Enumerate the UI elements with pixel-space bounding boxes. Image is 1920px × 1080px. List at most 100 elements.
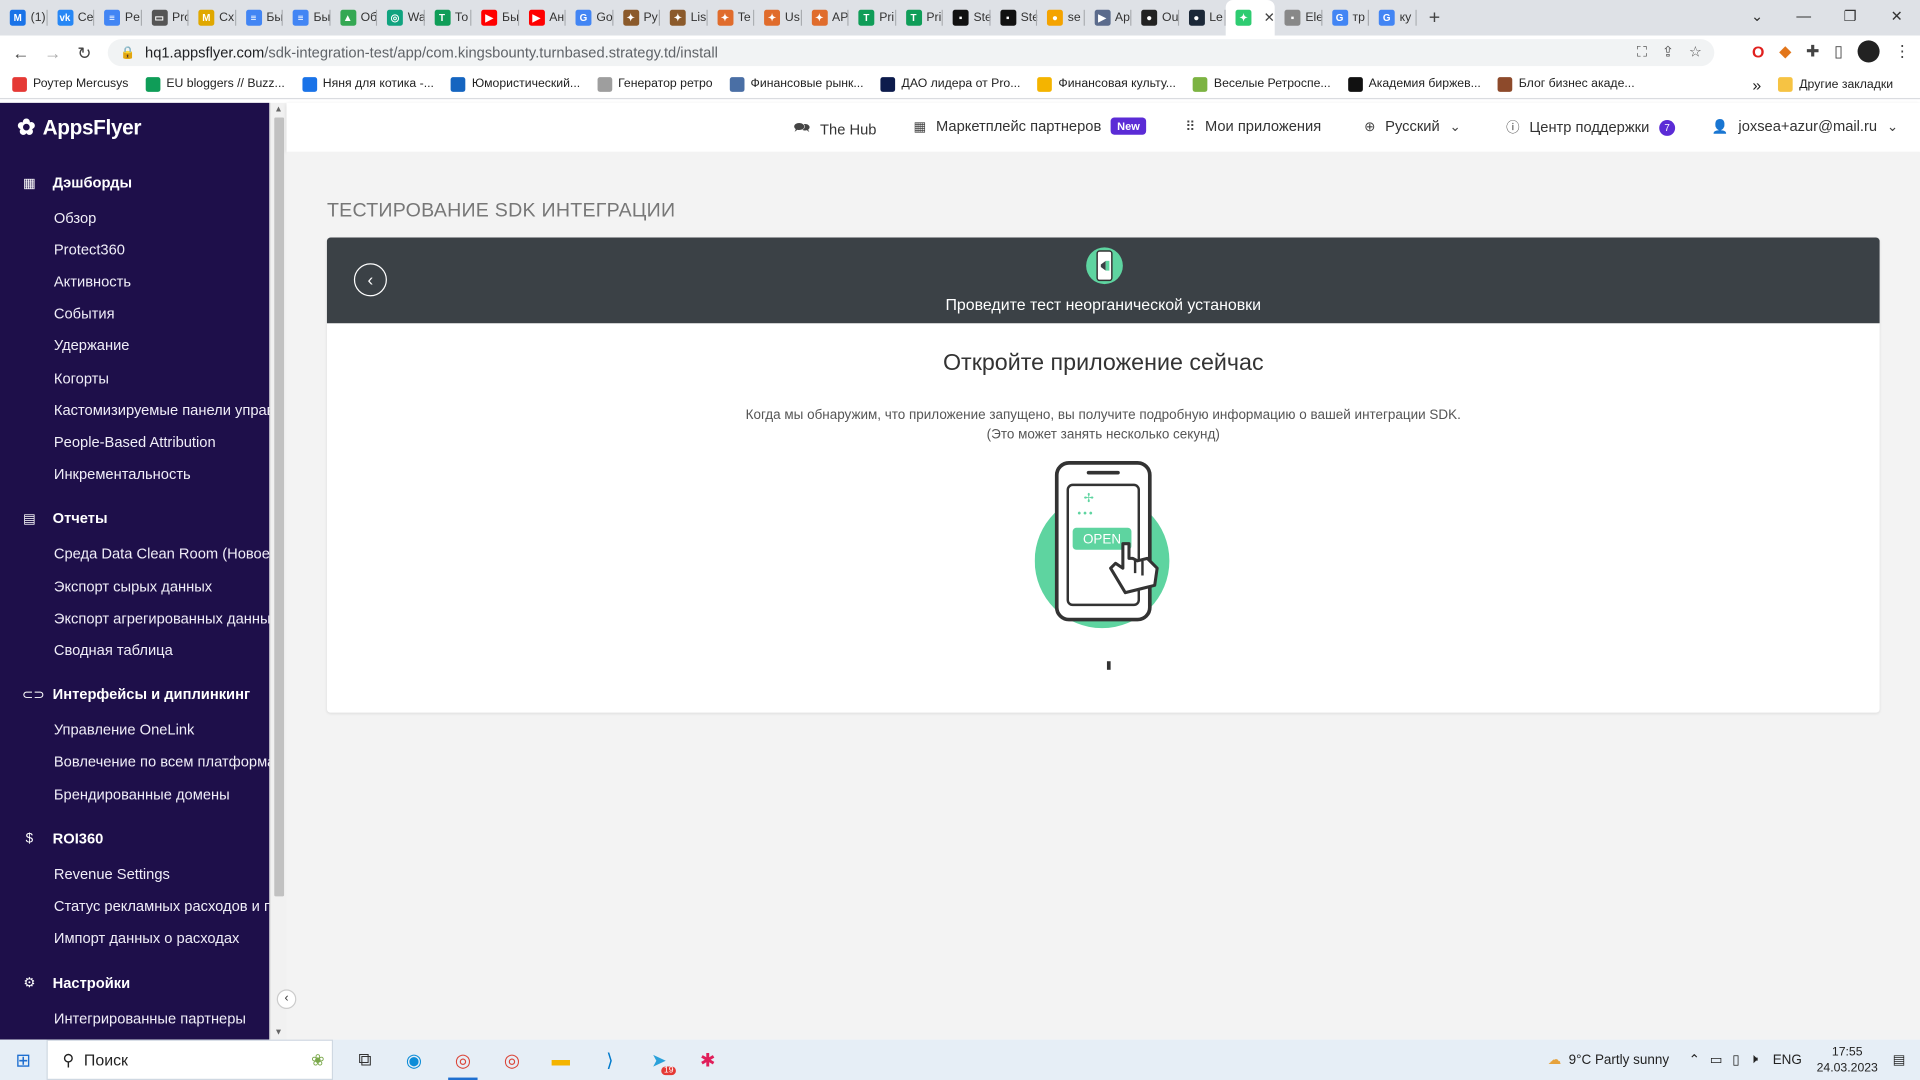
bookmark-item[interactable]: Генератор ретро [597, 76, 713, 92]
profile-avatar[interactable] [1857, 40, 1880, 63]
sidebar-section[interactable]: ▦ Дэшборды [22, 174, 132, 191]
sidebar-item[interactable]: Сводная таблица [54, 641, 173, 658]
sidebar-item[interactable]: Обзор [54, 209, 96, 226]
chrome-icon[interactable]: ◎ [438, 1040, 487, 1080]
browser-tab[interactable]: M Cx [189, 0, 236, 36]
bookmark-item[interactable]: Финансовые рынк... [729, 76, 864, 92]
sidebar-section[interactable]: ⚙ Настройки [22, 975, 130, 992]
weather-icon[interactable]: ☁ [1548, 1052, 1561, 1068]
browser-tab[interactable]: ≡ Бы [283, 0, 330, 36]
language-selector[interactable]: ⊕ Русский ⌄ [1364, 118, 1461, 135]
slack-icon[interactable]: ✱ [683, 1040, 732, 1080]
minimize-button[interactable]: — [1780, 0, 1827, 36]
clock[interactable]: 17:55 24.03.2023 [1817, 1044, 1878, 1076]
sidebar-section[interactable]: ▤ Отчеты [22, 510, 108, 527]
bookmark-item[interactable]: Академия биржев... [1347, 76, 1481, 92]
appsflyer-logo[interactable]: ✿ AppsFlyer [17, 115, 141, 141]
browser-tab[interactable]: Gтр [1322, 0, 1369, 36]
opera-icon[interactable]: O [1752, 42, 1764, 60]
sidebar-section[interactable]: ⊂⊃ Интерфейсы и диплинкинг [22, 686, 250, 703]
forward-icon[interactable]: → [37, 43, 69, 63]
browser-tab[interactable]: Gку [1369, 0, 1416, 36]
reload-icon[interactable]: ↻ [69, 42, 101, 63]
scroll-up-icon[interactable]: ▲ [274, 105, 282, 114]
sidebar-item[interactable]: Когорты [54, 369, 109, 386]
new-tab-button[interactable]: + [1416, 7, 1453, 29]
browser-tab[interactable]: ▭ Pro [141, 0, 189, 36]
tab-search-icon[interactable]: ⌄ [1734, 0, 1781, 36]
hub-link[interactable]: 🗪 The Hub [793, 118, 876, 141]
bookmark-item[interactable]: Роутер Mercusys [12, 76, 128, 92]
file-explorer-icon[interactable]: ▬ [536, 1040, 585, 1080]
scrollbar-thumb[interactable] [274, 117, 285, 897]
input-language[interactable]: ENG [1773, 1052, 1802, 1067]
browser-tab[interactable]: ✦ AP [801, 0, 848, 36]
browser-tab[interactable]: ▲ Об [330, 0, 377, 36]
tray-chevron-icon[interactable]: ⌃ [1689, 1052, 1700, 1068]
sidebar-item[interactable]: Экспорт сырых данных [54, 577, 212, 594]
sidebar-section[interactable]: $ ROI360 [22, 830, 104, 847]
sidebar-item[interactable]: Вовлечение по всем платформа [54, 754, 270, 771]
sidebar-item[interactable]: Брендированные домены [54, 786, 230, 803]
close-tab-icon[interactable]: ✕ [1264, 10, 1275, 26]
bookmark-star-icon[interactable]: ☆ [1689, 43, 1702, 61]
browser-tab[interactable]: ✦ Us [754, 0, 801, 36]
sidebar-item[interactable]: Удержание [54, 337, 130, 354]
browser-tab[interactable]: G Go [566, 0, 613, 36]
support-link[interactable]: ⓘ Центр поддержки 7 [1506, 118, 1676, 138]
sidebar-item[interactable]: Среда Data Clean Room (Новое!) [54, 545, 270, 562]
close-window-button[interactable]: ✕ [1873, 0, 1920, 36]
bookmark-item[interactable]: ДАО лидера от Pro... [880, 76, 1020, 92]
browser-tab[interactable]: ✦ ✕ [1225, 0, 1275, 36]
windows-start-icon[interactable]: ⊞ [0, 1049, 47, 1071]
bookmark-item[interactable]: Веселые Ретроспе... [1193, 76, 1331, 92]
battery-icon[interactable]: ▯ [1732, 1052, 1739, 1068]
sidebar-item[interactable]: Интегрированные партнеры [54, 1010, 246, 1027]
bookmark-item[interactable]: Няня для котика -... [301, 76, 434, 92]
telegram-icon[interactable]: ➤ 19 [634, 1040, 683, 1080]
browser-tab[interactable]: ▶ Ap [1084, 0, 1131, 36]
notifications-icon[interactable]: ▤ [1893, 1052, 1906, 1068]
browser-tab[interactable]: ≡ Бы [236, 0, 283, 36]
back-button[interactable]: ‹ [353, 263, 387, 297]
sidebar-item[interactable]: People-Based Attribution [54, 433, 216, 450]
bookmark-item[interactable]: Юмористический... [451, 76, 580, 92]
back-icon[interactable]: ← [5, 43, 37, 63]
sidebar-item[interactable]: События [54, 305, 115, 322]
metamask-icon[interactable]: ◆ [1779, 42, 1791, 62]
other-bookmarks[interactable]: Другие закладки [1778, 77, 1893, 92]
sidebar-item[interactable]: Импорт данных о расходах [54, 930, 239, 947]
sidebar-item[interactable]: Управление OneLink [54, 722, 195, 739]
sidebar-item[interactable]: Revenue Settings [54, 866, 170, 883]
user-menu[interactable]: 👤 joxsea+azur@mail.ru ⌄ [1712, 118, 1898, 135]
browser-tab[interactable]: T То [424, 0, 471, 36]
browser-tab[interactable]: ▶ Ан [519, 0, 566, 36]
browser-tab[interactable]: ≡ Pe [94, 0, 141, 36]
sidepanel-icon[interactable]: ▯ [1834, 42, 1843, 62]
browser-tab[interactable]: ● se [1037, 0, 1084, 36]
network-icon[interactable]: ▭ [1710, 1052, 1723, 1068]
scroll-down-icon[interactable]: ▼ [274, 1029, 282, 1038]
browser-tab[interactable]: ▪ Ste [990, 0, 1037, 36]
sidebar-item[interactable]: Активность [54, 273, 131, 290]
bookmark-item[interactable]: Финансовая культу... [1037, 76, 1176, 92]
vscode-icon[interactable]: ⟩ [585, 1040, 634, 1080]
my-apps-link[interactable]: ⠿ Мои приложения [1185, 118, 1321, 135]
volume-icon[interactable]: 🕨 [1750, 1052, 1758, 1068]
sidebar-item[interactable]: Инкрементальность [54, 465, 191, 482]
browser-tab[interactable]: ✦ Lis [660, 0, 707, 36]
maximize-button[interactable]: ❐ [1827, 0, 1874, 36]
task-view-icon[interactable]: ⧉ [340, 1040, 389, 1080]
sidebar-item[interactable]: Protect360 [54, 241, 125, 258]
sidebar-item[interactable]: Кастомизируемые панели управ [54, 401, 270, 418]
translate-icon[interactable]: ⛶ [1637, 43, 1647, 61]
browser-tab[interactable]: vk Ce [47, 0, 94, 36]
taskbar-search[interactable]: ⚲ Поиск ❀ [46, 1039, 334, 1080]
share-icon[interactable]: ⇪ [1662, 43, 1674, 61]
bookmarks-more-icon[interactable]: » [1752, 75, 1761, 93]
browser-tab[interactable]: ● Ou [1131, 0, 1178, 36]
edge-icon[interactable]: ◉ [389, 1040, 438, 1080]
sidebar-item[interactable]: Статус рекламных расходов и пр [54, 898, 270, 915]
weather-text[interactable]: 9°C Partly sunny [1569, 1052, 1669, 1067]
browser-tab[interactable]: ✦ Py [613, 0, 660, 36]
